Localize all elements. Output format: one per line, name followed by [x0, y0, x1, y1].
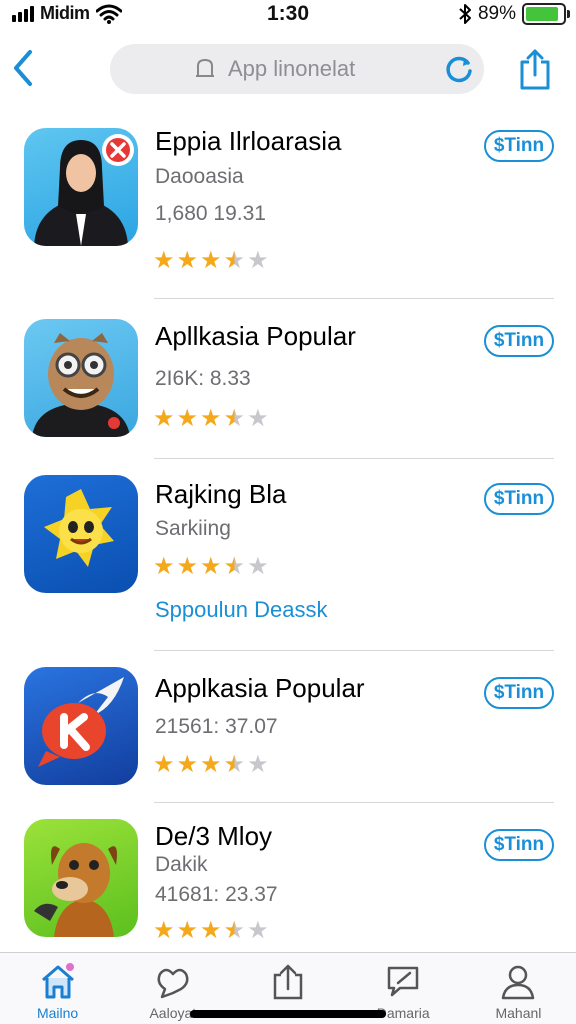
red-k-bubble-icon: [24, 667, 138, 785]
tab-profile[interactable]: Mahanl: [461, 953, 576, 1024]
star-icon: ★: [153, 553, 175, 580]
star-rating: ★ ★ ★ ★ ★: [153, 249, 269, 273]
woman-portrait-icon: [24, 128, 138, 246]
tab-label: Mahanl: [495, 1005, 542, 1021]
star-icon: ★: [176, 751, 199, 778]
price-button[interactable]: $Tinn: [484, 130, 554, 162]
star-half-icon: ★: [223, 751, 246, 778]
app-title: Eppia Ilrloarasia: [155, 126, 342, 156]
person-icon: [502, 965, 535, 1000]
star-icon: ★: [153, 751, 175, 778]
price-button[interactable]: $Tinn: [484, 483, 554, 515]
star-half-icon: ★: [223, 917, 246, 944]
share-button[interactable]: [518, 48, 552, 90]
nav-bar: [0, 40, 576, 100]
star-icon: ★: [153, 917, 175, 944]
app-title: De/3 Mloy: [155, 821, 273, 851]
search-icon: [196, 58, 214, 77]
price-button[interactable]: $Tinn: [484, 325, 554, 357]
bluetooth-icon: [459, 4, 471, 24]
star-icon: ★: [153, 405, 175, 432]
app-meta: 41681: 23.37: [155, 883, 278, 906]
app-row[interactable]: Applkasia Popular 21561: 37.07 ★ ★ ★ ★ ★ $Ti…: [0, 651, 576, 803]
app-row[interactable]: Rajking Bla Sarkiing ★ ★ ★ ★ ★ Sppoulun Deas…: [0, 459, 576, 651]
star-empty-icon: ★: [247, 553, 269, 580]
star-rating: ★ ★ ★ ★ ★: [153, 753, 269, 777]
star-icon: ★: [200, 917, 222, 944]
star-empty-icon: ★: [247, 247, 269, 274]
search-input[interactable]: [228, 56, 428, 82]
tab-home[interactable]: Mailno: [0, 953, 115, 1024]
notification-dot: [66, 963, 74, 971]
status-right: 89%: [458, 3, 570, 25]
status-bar: Midim 1:30 89%: [0, 0, 576, 30]
star-rating: ★ ★ ★ ★ ★: [153, 555, 269, 579]
home-indicator[interactable]: [190, 1010, 386, 1018]
star-icon: ★: [176, 917, 199, 944]
star-icon: ★: [153, 247, 175, 274]
tab-label: Mailno: [36, 1005, 79, 1021]
star-icon: ★: [176, 247, 199, 274]
app-title: Rajking Bla: [155, 479, 287, 509]
dog-character-icon: [24, 819, 138, 937]
star-icon: ★: [176, 553, 199, 580]
battery-icon: [522, 3, 570, 25]
battery-fill: [526, 7, 559, 21]
app-row[interactable]: De/3 Mloy Dakik 41681: 23.37 ★ ★ ★ ★ ★ $Tinn: [0, 803, 576, 951]
share-upload-icon: [273, 964, 303, 1000]
star-rating: ★ ★ ★ ★ ★: [153, 919, 269, 943]
star-empty-icon: ★: [247, 917, 269, 944]
app-subtitle: Sarkiing: [155, 517, 231, 540]
yellow-star-character-icon: [24, 475, 138, 593]
app-meta: 1,680 19.31: [155, 202, 266, 225]
app-subtitle: Dakik: [155, 853, 208, 876]
app-row[interactable]: Apllkasia Popular 2I6K: 8.33 ★ ★ ★ ★ ★ $Tinn: [0, 299, 576, 459]
app-meta: 21561: 37.07: [155, 715, 278, 738]
app-list: Eppia Ilrloarasia Daooasia 1,680 19.31 ★…: [0, 112, 576, 951]
app-meta: 2I6K: 8.33: [155, 367, 251, 390]
star-icon: ★: [176, 405, 199, 432]
star-half-icon: ★: [223, 405, 246, 432]
app-row[interactable]: Eppia Ilrloarasia Daooasia 1,680 19.31 ★…: [0, 112, 576, 299]
heart-chat-icon: [157, 968, 189, 999]
refresh-icon[interactable]: [444, 54, 474, 84]
price-button[interactable]: $Tinn: [484, 677, 554, 709]
message-edit-icon: [387, 966, 419, 997]
star-icon: ★: [200, 751, 222, 778]
star-empty-icon: ★: [247, 405, 269, 432]
app-subtitle: Daooasia: [155, 165, 244, 188]
app-link[interactable]: Sppoulun Deassk: [155, 597, 327, 623]
search-bar[interactable]: [110, 44, 484, 94]
star-empty-icon: ★: [247, 751, 269, 778]
battery-percent: 89%: [477, 3, 516, 24]
star-icon: ★: [200, 405, 222, 432]
star-rating: ★ ★ ★ ★ ★: [153, 407, 269, 431]
star-half-icon: ★: [223, 553, 246, 580]
app-title: Apllkasia Popular: [155, 321, 356, 351]
price-button[interactable]: $Tinn: [484, 829, 554, 861]
glasses-character-icon: [24, 319, 138, 437]
star-icon: ★: [200, 247, 222, 274]
star-icon: ★: [200, 553, 222, 580]
app-title: Applkasia Popular: [155, 673, 365, 703]
star-half-icon: ★: [223, 247, 246, 274]
back-button[interactable]: [8, 48, 38, 88]
